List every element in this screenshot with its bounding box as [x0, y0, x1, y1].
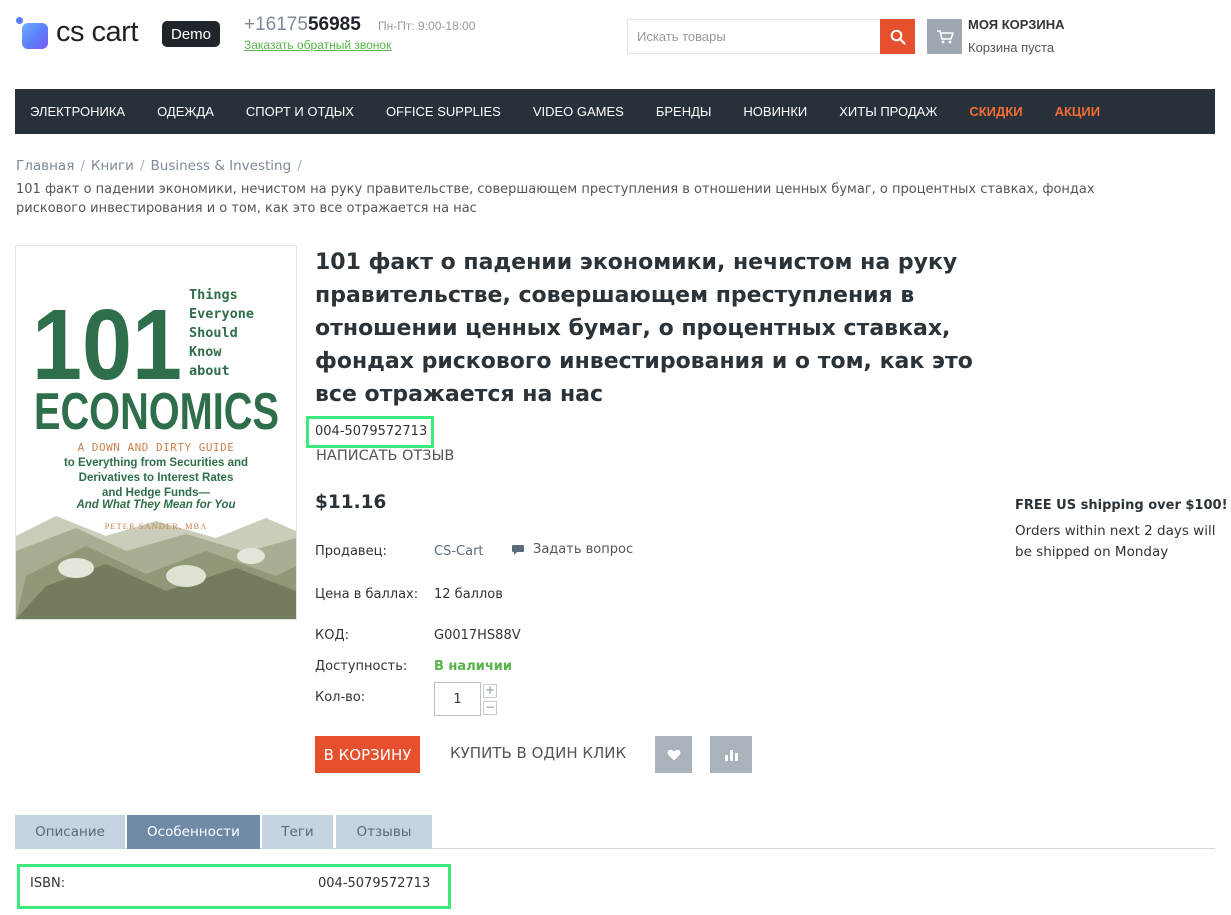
- buy-one-click-button[interactable]: КУПИТЬ В ОДИН КЛИК: [450, 744, 626, 762]
- tab-features[interactable]: Особенности: [127, 815, 260, 849]
- seller-link[interactable]: CS-Cart: [434, 544, 484, 559]
- product-title: 101 факт о падении экономики, нечистом н…: [315, 250, 973, 407]
- tab-description[interactable]: Описание: [15, 815, 125, 849]
- nav-item-promotions[interactable]: АКЦИИ: [1055, 104, 1101, 119]
- cover-side-word: Should: [189, 325, 238, 341]
- quantity-label: Кол-во:: [315, 690, 366, 705]
- phone-number: +1617556985: [244, 14, 361, 36]
- phone-prefix: +16175: [244, 14, 308, 35]
- logo-mark-icon: [16, 16, 48, 49]
- logo-text: cs cart: [56, 16, 138, 48]
- code-value: G0017HS88V: [434, 628, 521, 643]
- tab-reviews[interactable]: Отзывы: [336, 815, 432, 849]
- nav-item-brands[interactable]: БРЕНДЫ: [656, 104, 712, 119]
- seller-label: Продавец:: [315, 544, 387, 559]
- breadcrumb: Главная / Книги / Business & Investing /: [16, 158, 308, 174]
- main-nav: ЭЛЕКТРОНИКА ОДЕЖДА СПОРТ И ОТДЫХ OFFICE …: [15, 89, 1215, 134]
- points-label: Цена в баллах:: [315, 587, 419, 602]
- breadcrumb-current: 101 факт о падении экономики, нечистом н…: [16, 182, 1095, 216]
- cover-side-word: about: [189, 363, 230, 379]
- shipping-text: Orders within next 2 days will be shippe…: [1015, 523, 1216, 560]
- heart-icon: [667, 749, 680, 760]
- callback-link[interactable]: Заказать обратный звонок: [244, 38, 391, 52]
- breadcrumb-separator: /: [297, 158, 302, 174]
- breadcrumb-home[interactable]: Главная: [16, 158, 74, 174]
- breadcrumb-separator: /: [80, 158, 85, 174]
- chat-bubble-icon: [512, 544, 524, 555]
- nav-item-bestsellers[interactable]: ХИТЫ ПРОДАЖ: [839, 104, 937, 119]
- quantity-increase-button[interactable]: +: [483, 684, 497, 698]
- quantity-decrease-button[interactable]: −: [483, 701, 497, 715]
- cart-button[interactable]: [927, 19, 962, 54]
- cover-author: PETER SANDER, MBA: [105, 521, 208, 531]
- add-to-compare-button[interactable]: [710, 736, 752, 773]
- points-value: 12 баллов: [434, 587, 503, 602]
- nav-item-video-games[interactable]: VIDEO GAMES: [533, 104, 624, 119]
- search-input[interactable]: Искать товары: [627, 19, 881, 54]
- store-logo[interactable]: cs cart: [16, 16, 138, 49]
- write-review-link[interactable]: НАПИСАТЬ ОТЗЫВ: [316, 448, 454, 464]
- book-cover: 101 Things Everyone Should Know about EC…: [16, 246, 296, 619]
- tab-tags[interactable]: Теги: [262, 815, 333, 849]
- demo-badge: Demo: [162, 21, 220, 47]
- product-price: $11.16: [315, 492, 387, 513]
- shopping-cart-icon: [936, 29, 954, 43]
- product-image[interactable]: 101 Things Everyone Should Know about EC…: [15, 245, 297, 620]
- nav-item-office-supplies[interactable]: OFFICE SUPPLIES: [386, 104, 501, 119]
- breadcrumb-books[interactable]: Книги: [91, 158, 134, 174]
- quantity-input[interactable]: 1: [434, 682, 481, 716]
- cover-subtitle-line: Derivatives to Interest Rates: [79, 472, 234, 484]
- availability-label: Доступность:: [315, 659, 408, 674]
- cart-title[interactable]: МОЯ КОРЗИНА: [968, 17, 1065, 32]
- money-pile: [16, 516, 296, 619]
- cart-status: Корзина пуста: [968, 40, 1055, 55]
- ask-question-label: Задать вопрос: [533, 542, 634, 557]
- availability-status: В наличии: [434, 659, 512, 674]
- cover-side-word: Everyone: [189, 306, 254, 322]
- nav-item-new[interactable]: НОВИНКИ: [743, 104, 807, 119]
- nav-item-sport[interactable]: СПОРТ И ОТДЫХ: [246, 104, 354, 119]
- cover-side-word: Know: [189, 344, 222, 360]
- working-hours: Пн-Пт: 9:00-18:00: [378, 19, 476, 33]
- cover-subtitle-line: to Everything from Securities and: [64, 457, 248, 469]
- shipping-title: FREE US shipping over $100!: [1015, 498, 1228, 513]
- bar-chart-icon: [724, 749, 738, 761]
- breadcrumb-separator: /: [139, 158, 145, 174]
- add-to-cart-button[interactable]: В КОРЗИНУ: [315, 736, 420, 773]
- code-label: КОД:: [315, 628, 349, 643]
- nav-item-discounts[interactable]: СКИДКИ: [969, 104, 1022, 119]
- breadcrumb-business[interactable]: Business & Investing: [151, 158, 292, 174]
- isbn-label: ISBN:: [30, 876, 66, 891]
- nav-item-clothing[interactable]: ОДЕЖДА: [157, 104, 214, 119]
- cover-subtitle-head: A DOWN AND DIRTY GUIDE: [78, 441, 235, 454]
- search-icon: [890, 29, 906, 45]
- ask-question-link[interactable]: Задать вопрос: [511, 542, 633, 557]
- product-sku: 004-5079572713: [315, 424, 428, 439]
- add-to-wishlist-button[interactable]: [655, 736, 692, 773]
- cover-subtitle-italic: And What They Mean for You: [75, 499, 235, 511]
- cover-title: ECONOMICS: [34, 383, 279, 441]
- phone-bold: 56985: [307, 14, 361, 35]
- cover-subtitle-line: and Hedge Funds—: [102, 487, 210, 499]
- cover-side-word: Things: [189, 287, 238, 303]
- nav-item-electronics[interactable]: ЭЛЕКТРОНИКА: [30, 104, 125, 119]
- isbn-value: 004-5079572713: [318, 876, 431, 891]
- search-button[interactable]: [880, 19, 915, 54]
